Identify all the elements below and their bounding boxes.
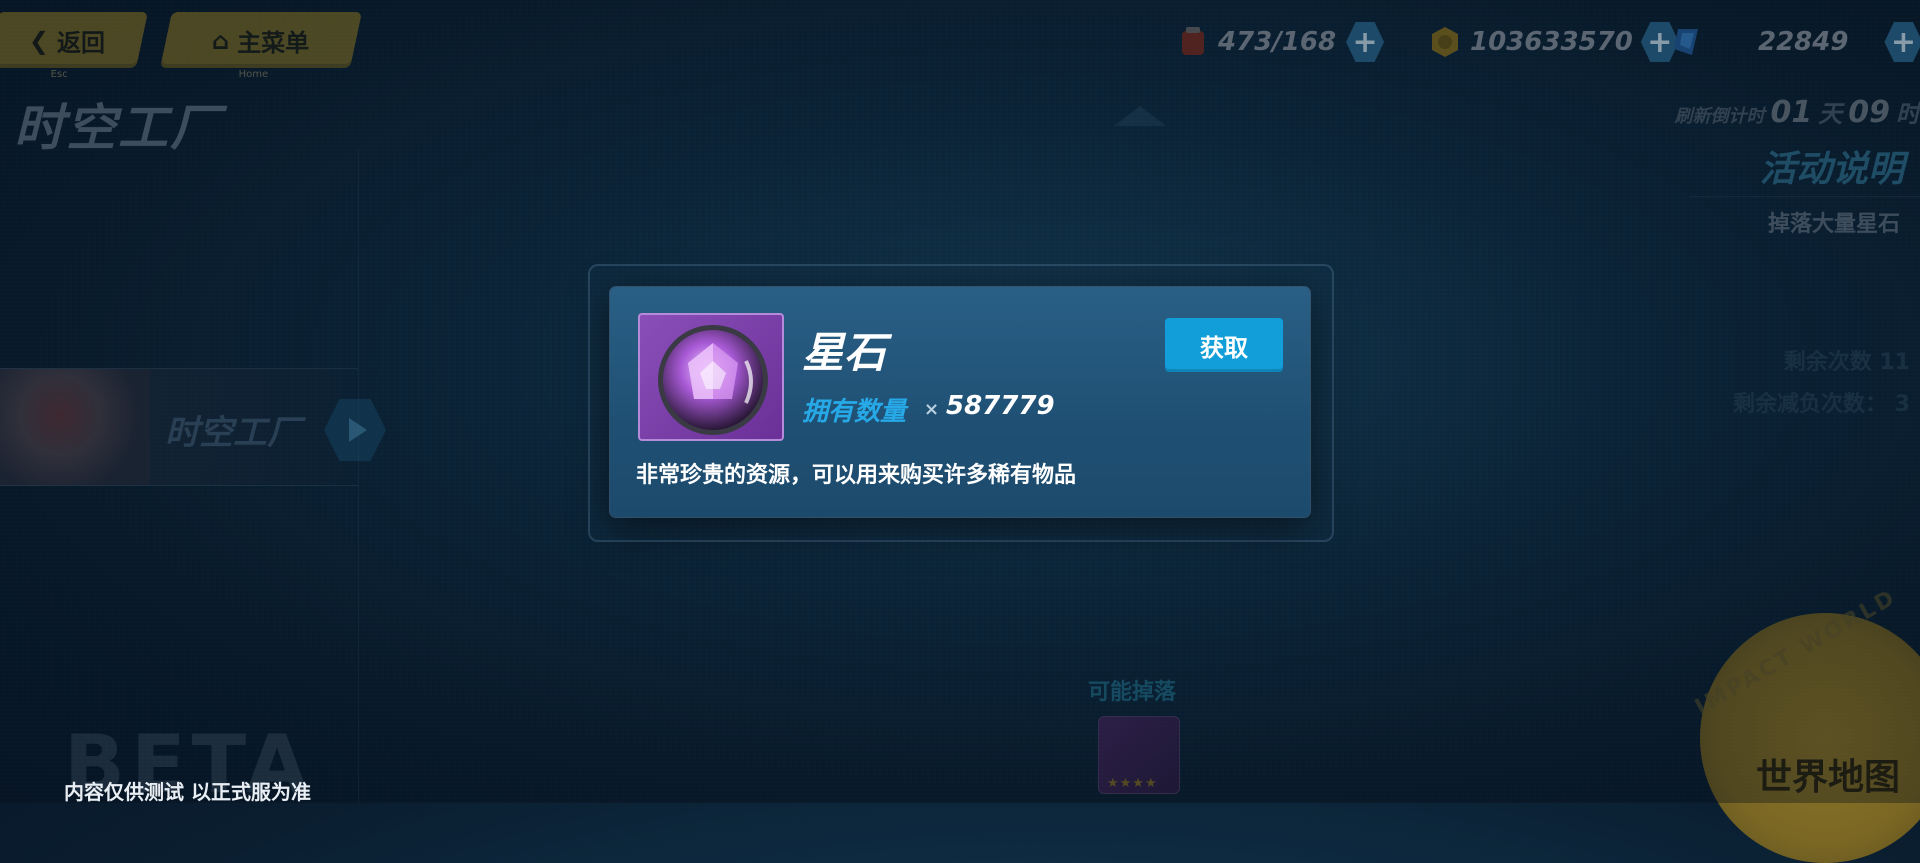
owned-quantity-value: 587779 bbox=[946, 391, 1055, 421]
star-stone-icon bbox=[638, 313, 784, 441]
obtain-button[interactable]: 获取 bbox=[1165, 318, 1283, 372]
owned-quantity-label: 拥有数量 bbox=[802, 391, 906, 428]
item-name: 星石 bbox=[802, 319, 886, 380]
multiply-icon: × bbox=[924, 399, 939, 420]
test-notice: 内容仅供测试 以正式服为准 bbox=[64, 776, 311, 805]
item-description: 非常珍贵的资源，可以用来购买许多稀有物品 bbox=[636, 457, 1076, 489]
gem-icon bbox=[654, 321, 772, 439]
item-info-modal: 星石 获取 拥有数量 × 587779 非常珍贵的资源，可以用来购买许多稀有物品 bbox=[610, 287, 1310, 517]
